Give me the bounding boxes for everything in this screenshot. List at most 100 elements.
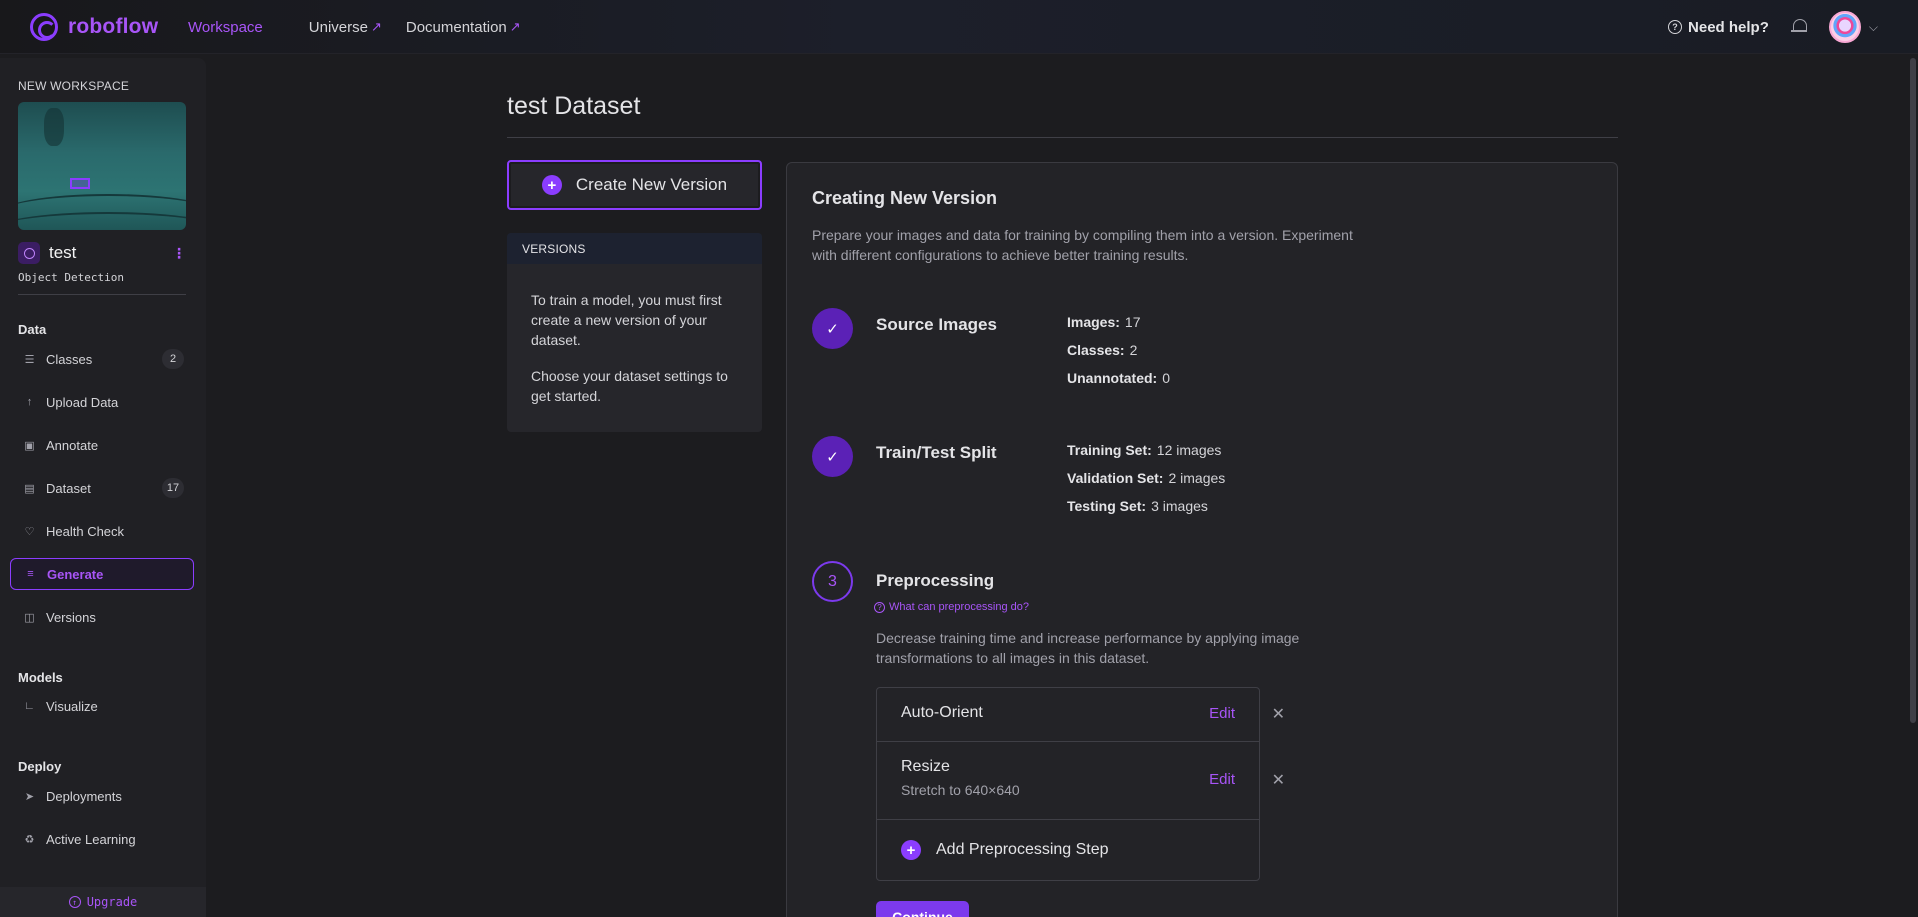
project-type: Object Detection (18, 271, 124, 284)
section-models: Models (18, 670, 63, 685)
creating-version-card: Creating New Version Prepare your images… (786, 162, 1618, 917)
sidebar-item-generate[interactable]: ≡ Generate (10, 558, 194, 590)
preprocessing-item-name: Auto-Orient (901, 704, 983, 721)
globe-icon (18, 242, 40, 264)
sidebar-item-label: Visualize (46, 698, 98, 714)
stat-key: Images: (1067, 314, 1120, 330)
upgrade-button[interactable]: ↑ Upgrade (0, 887, 206, 917)
external-link-icon: ↗ (509, 19, 521, 34)
preprocessing-item-name: Resize (901, 758, 950, 775)
stat-validation-set: Validation Set: 2 images (1067, 470, 1225, 486)
add-preprocessing-step-row[interactable]: + Add Preprocessing Step (877, 820, 1259, 880)
sidebar-item-dataset[interactable]: ▤ Dataset 17 (10, 472, 194, 504)
stat-key: Classes: (1067, 342, 1125, 358)
recycle-icon: ♻ (24, 833, 35, 846)
help-circle-icon: ? (874, 601, 885, 613)
stat-unannotated: Unannotated: 0 (1067, 370, 1170, 386)
step-source-images[interactable]: Source Images (876, 315, 997, 335)
chevron-down-icon: ⌵ (1868, 19, 1878, 34)
versions-panel: VERSIONS To train a model, you must firs… (507, 233, 762, 432)
stat-value: 0 (1162, 370, 1171, 386)
more-options-icon[interactable]: ⋮ (172, 245, 186, 262)
count-badge: 17 (162, 478, 184, 498)
stat-key: Testing Set: (1067, 498, 1147, 514)
preprocessing-item-resize: Resize Stretch to 640×640 Edit ✕ (877, 742, 1285, 820)
project-thumbnail[interactable] (18, 102, 186, 230)
top-nav: roboflow Workspace Universe ↗ Documentati… (0, 0, 1918, 54)
scrollbar-thumb[interactable] (1910, 58, 1916, 723)
need-help-label: Need help? (1688, 18, 1769, 36)
roboflow-logo[interactable]: roboflow (30, 13, 158, 41)
need-help-button[interactable]: ? Need help? (1668, 19, 1769, 36)
chart-icon: ∟ (24, 700, 35, 712)
step-preprocessing: Preprocessing (876, 571, 995, 590)
preprocessing-item-detail: Stretch to 640×640 (901, 782, 1020, 798)
stat-key: Training Set: (1067, 442, 1152, 458)
project-name: test (49, 243, 77, 262)
count-badge: 2 (162, 349, 184, 369)
preprocessing-list: Auto-Orient Edit ✕ Resize Stretch to 640… (876, 687, 1285, 881)
create-new-version-label: Create New Version (575, 175, 728, 194)
help-link-label: What can preprocessing do? (889, 601, 1030, 613)
sidebar: NEW WORKSPACE test ⋮ Object Detection Da… (0, 58, 206, 917)
stat-images: Images: 17 (1067, 314, 1141, 330)
step-train-test-split[interactable]: Train/Test Split (876, 443, 997, 463)
edit-button[interactable]: Edit (1209, 771, 1235, 788)
sidebar-item-label: Upload Data (46, 394, 119, 410)
page-title: test Dataset (507, 92, 641, 120)
help-circle-icon: ? (1668, 20, 1683, 34)
upgrade-label: Upgrade (86, 895, 138, 909)
nav-links: Workspace Universe ↗ Documentation ↗ (188, 0, 545, 54)
sidebar-item-deployments[interactable]: ➤ Deployments (10, 780, 194, 812)
annotate-icon: ▣ (24, 439, 35, 452)
nav-link-universe[interactable]: Universe ↗ (309, 19, 394, 36)
close-icon[interactable]: ✕ (1272, 704, 1285, 724)
sidebar-item-label: Classes (46, 351, 93, 367)
card-title: Creating New Version (812, 188, 998, 208)
versions-empty-text: To train a model, you must first create … (531, 292, 722, 348)
stat-testing-set: Testing Set: 3 images (1067, 498, 1208, 514)
plus-circle-icon: + (901, 840, 921, 860)
stat-key: Unannotated: (1067, 370, 1158, 386)
nav-right: ? Need help? ⌵ (1668, 0, 1878, 54)
user-menu[interactable]: ⌵ (1828, 11, 1878, 43)
workspace-label: NEW WORKSPACE (18, 79, 130, 93)
check-icon: ✓ (812, 308, 853, 349)
preprocessing-help-link[interactable]: ? What can preprocessing do? (874, 601, 1029, 613)
nav-link-documentation[interactable]: Documentation ↗ (406, 19, 533, 36)
title-divider (507, 137, 1618, 138)
bell-icon[interactable] (1790, 18, 1807, 36)
stat-value: 12 images (1156, 442, 1222, 458)
versions-header: VERSIONS (507, 233, 762, 264)
upload-icon: ↑ (26, 396, 33, 408)
sidebar-item-versions[interactable]: ◫ Versions (10, 601, 194, 633)
continue-button[interactable]: Continue (876, 901, 969, 917)
thumbnail-bounding-box (70, 178, 90, 189)
sidebar-item-label: Active Learning (46, 831, 136, 847)
project-header: test ⋮ (18, 242, 186, 264)
list-icon: ☰ (24, 353, 35, 366)
stat-value: 2 images (1168, 470, 1226, 486)
sidebar-item-classes[interactable]: ☰ Classes 2 (10, 343, 194, 375)
edit-button[interactable]: Edit (1209, 705, 1235, 722)
layers-icon: ≡ (27, 568, 34, 580)
sidebar-item-upload-data[interactable]: ↑ Upload Data (10, 386, 194, 418)
nav-link-label: Workspace (188, 18, 263, 36)
check-icon: ✓ (812, 436, 853, 477)
preprocessing-item-auto-orient: Auto-Orient Edit ✕ (877, 688, 1285, 742)
sidebar-item-health-check[interactable]: ♡ Health Check (10, 515, 194, 547)
sidebar-item-annotate[interactable]: ▣ Annotate (10, 429, 194, 461)
sidebar-item-label: Generate (47, 566, 104, 582)
nav-link-label: Documentation (405, 18, 507, 36)
sidebar-item-label: Annotate (46, 437, 99, 453)
stat-key: Validation Set: (1067, 470, 1164, 486)
nav-link-label: Universe (308, 18, 368, 36)
nav-link-workspace[interactable]: Workspace (188, 19, 275, 36)
sidebar-item-active-learning[interactable]: ♻ Active Learning (10, 823, 194, 855)
sidebar-item-visualize[interactable]: ∟ Visualize (10, 690, 194, 722)
versions-hint-text: Choose your dataset settings to get star… (531, 368, 728, 404)
external-link-icon: ↗ (370, 19, 382, 34)
close-icon[interactable]: ✕ (1272, 770, 1285, 790)
sidebar-item-label: Dataset (46, 480, 91, 496)
create-new-version-button[interactable]: + Create New Version (507, 160, 762, 210)
